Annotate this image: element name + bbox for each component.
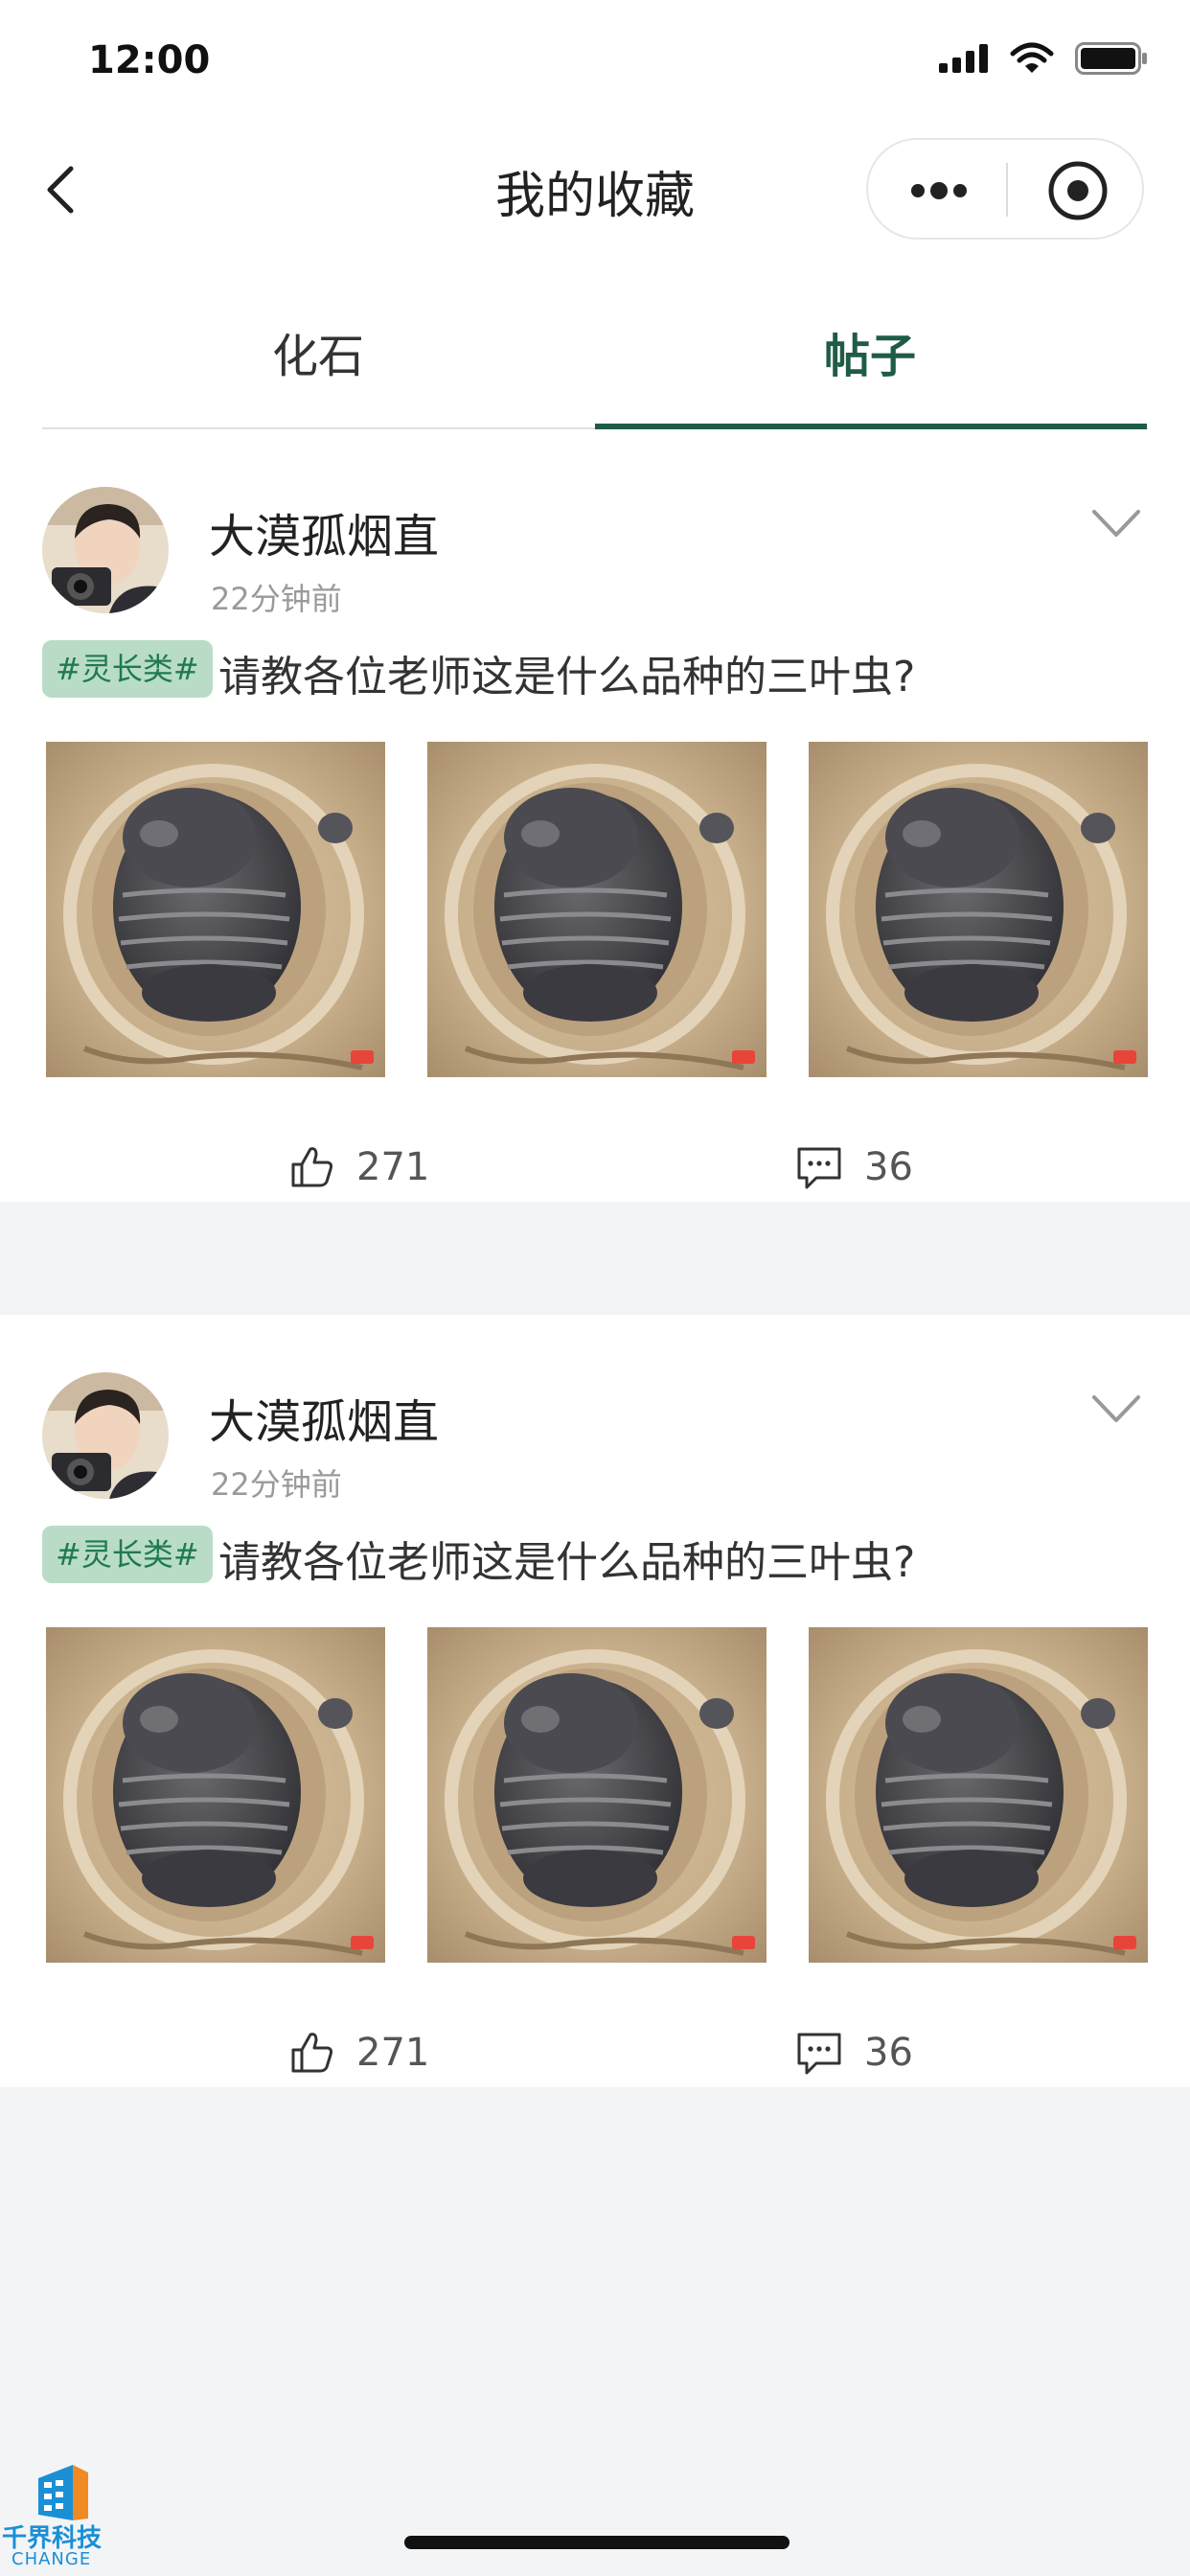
like-button[interactable]: 271: [287, 1138, 429, 1196]
capsule-divider: [1006, 163, 1008, 217]
watermark-logo: 千界科技 CHANGE: [2, 2463, 126, 2570]
avatar[interactable]: [42, 487, 169, 613]
status-time: 12:00: [88, 38, 211, 82]
tab-posts[interactable]: 帖子: [726, 318, 1014, 385]
comment-button[interactable]: 36: [795, 2024, 913, 2082]
like-count: 271: [356, 2031, 430, 2075]
fossil-photo[interactable]: [427, 742, 767, 1077]
comment-button[interactable]: 36: [795, 1138, 913, 1196]
chevron-down-icon[interactable]: [1090, 1392, 1142, 1426]
comment-icon: [795, 2029, 843, 2077]
nav-header: 我的收藏: [0, 126, 1190, 251]
fossil-photo[interactable]: [46, 742, 385, 1077]
photo-grid: [46, 1627, 1148, 1963]
chevron-down-icon[interactable]: [1090, 506, 1142, 540]
comment-icon: [795, 1143, 843, 1191]
wifi-icon: [1010, 42, 1054, 73]
fossil-photo[interactable]: [427, 1627, 767, 1963]
thumbs-up-icon: [287, 1143, 335, 1191]
signal-icon: [939, 44, 988, 73]
fossil-photo[interactable]: [809, 742, 1148, 1077]
post-card[interactable]: 大漠孤烟直 22分钟前 #灵长类# 请教各位老师这是什么品种的三叶虫? 271 …: [0, 429, 1190, 1202]
like-button[interactable]: 271: [287, 2024, 429, 2082]
status-bar: 12:00: [0, 0, 1190, 126]
like-count: 271: [356, 1145, 430, 1189]
watermark-subtext: CHANGE: [11, 2549, 92, 2569]
post-text[interactable]: 请教各位老师这是什么品种的三叶虫?: [218, 1528, 915, 1589]
fossil-photo[interactable]: [809, 1627, 1148, 1963]
photo-grid: [46, 742, 1148, 1077]
home-indicator[interactable]: [404, 2536, 790, 2549]
more-dots-icon[interactable]: [908, 176, 970, 205]
thumbs-up-icon: [287, 2029, 335, 2077]
comment-count: 36: [864, 2031, 913, 2075]
watermark-building-icon: [38, 2465, 88, 2520]
tab-bar: 化石 帖子: [0, 251, 1190, 429]
post-time: 22分钟前: [211, 1466, 342, 1503]
post-card[interactable]: 大漠孤烟直 22分钟前 #灵长类# 请教各位老师这是什么品种的三叶虫? 271 …: [0, 1315, 1190, 2087]
author-name[interactable]: 大漠孤烟直: [209, 498, 439, 565]
topic-tag[interactable]: #灵长类#: [42, 1526, 213, 1583]
status-icons: [939, 42, 1148, 75]
close-target-icon[interactable]: [1046, 159, 1110, 222]
fossil-photo[interactable]: [46, 1627, 385, 1963]
battery-icon: [1075, 42, 1147, 75]
post-time: 22分钟前: [211, 581, 342, 617]
post-text[interactable]: 请教各位老师这是什么品种的三叶虫?: [218, 642, 915, 703]
topic-tag[interactable]: #灵长类#: [42, 640, 213, 698]
mini-program-capsule: [866, 138, 1144, 240]
avatar[interactable]: [42, 1372, 169, 1499]
comment-count: 36: [864, 1145, 913, 1189]
tab-fossil[interactable]: 化石: [174, 318, 462, 385]
author-name[interactable]: 大漠孤烟直: [209, 1384, 439, 1451]
